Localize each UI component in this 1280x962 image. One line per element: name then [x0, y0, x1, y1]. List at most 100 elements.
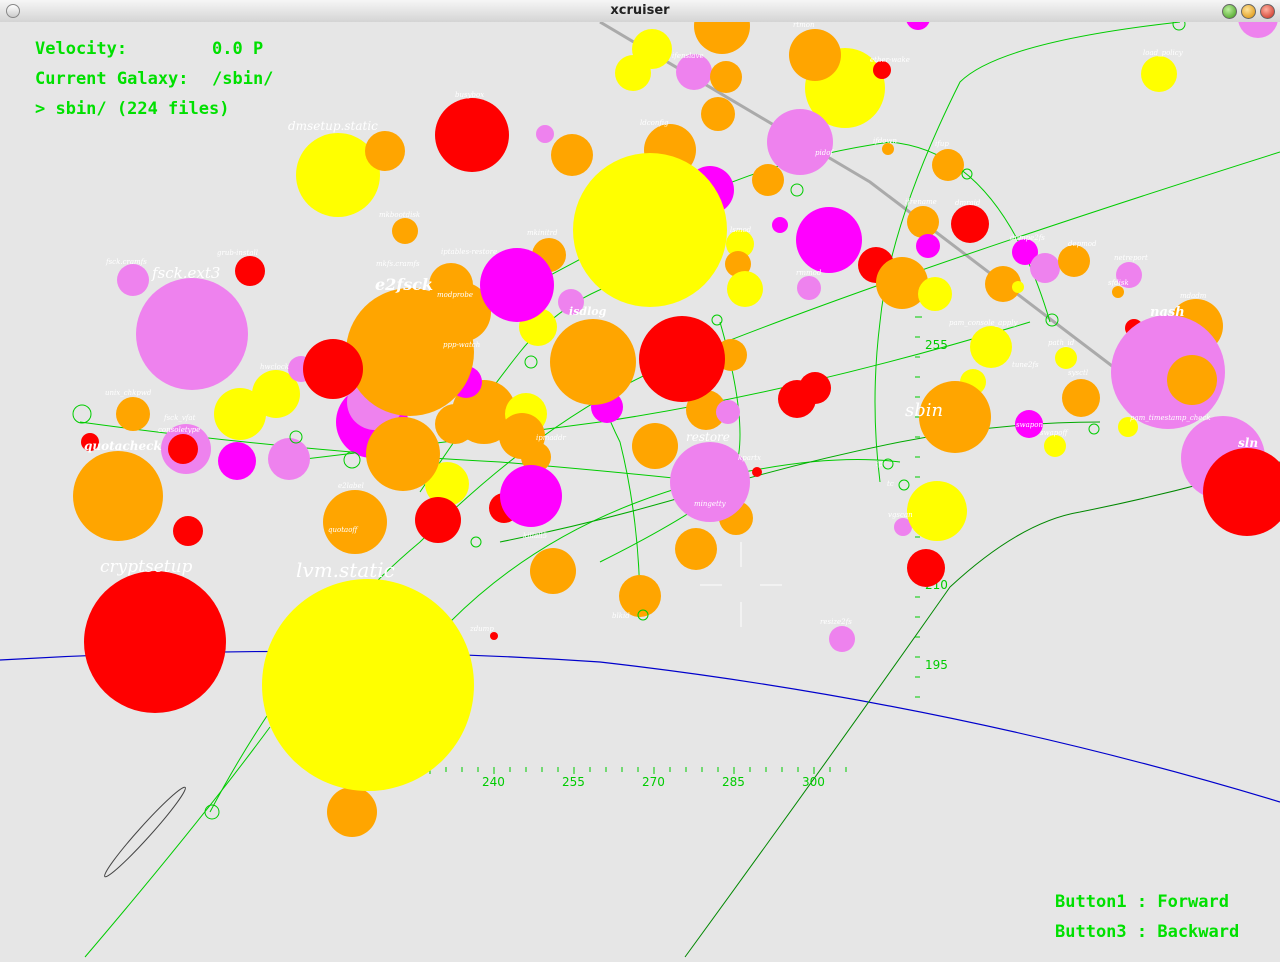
star-isdlog[interactable] — [550, 319, 636, 405]
star[interactable] — [1044, 435, 1066, 457]
star[interactable] — [615, 55, 651, 91]
star[interactable] — [1141, 56, 1177, 92]
star[interactable] — [117, 264, 149, 296]
star[interactable] — [500, 465, 562, 527]
h-tick-label: 285 — [722, 775, 745, 789]
label-small: rtmon — [793, 22, 815, 29]
label-small: lsmod — [730, 226, 752, 234]
star[interactable] — [1055, 347, 1077, 369]
star[interactable] — [303, 339, 363, 399]
label-small: ppp-watch — [443, 341, 480, 349]
galaxy-view[interactable]: 240 255 270 285 300 255 240 225 210 195 — [0, 22, 1280, 962]
star[interactable] — [323, 490, 387, 554]
star[interactable] — [752, 467, 762, 477]
star[interactable] — [639, 316, 725, 402]
directory-listing[interactable]: > sbin/ (224 files) — [35, 99, 229, 119]
galaxy-scene[interactable]: 240 255 270 285 300 255 240 225 210 195 — [0, 22, 1280, 962]
star-e2fsck[interactable] — [346, 288, 474, 416]
star[interactable] — [716, 400, 740, 424]
label-cryptsetup: cryptsetup — [100, 557, 193, 577]
h-tick-label: 255 — [562, 775, 585, 789]
star[interactable] — [536, 125, 554, 143]
star[interactable] — [694, 22, 750, 54]
star[interactable] — [490, 632, 498, 640]
star[interactable] — [710, 61, 742, 93]
star[interactable] — [551, 134, 593, 176]
star[interactable] — [1062, 379, 1100, 417]
label-e2fsck: e2fsck — [375, 275, 433, 294]
star[interactable] — [951, 205, 989, 243]
star[interactable] — [1058, 245, 1090, 277]
star[interactable] — [796, 207, 862, 273]
star[interactable] — [218, 442, 256, 480]
star[interactable] — [1112, 286, 1124, 298]
star[interactable] — [366, 417, 440, 491]
label-small: quotaoff — [328, 526, 358, 534]
star[interactable] — [907, 481, 967, 541]
label-small: swapon — [1016, 421, 1043, 429]
label-small: grub-install — [217, 249, 258, 257]
star[interactable] — [116, 397, 150, 431]
star[interactable] — [1012, 281, 1024, 293]
star[interactable] — [907, 549, 945, 587]
label-small: unix_chkpwd — [105, 389, 152, 397]
star[interactable] — [1238, 22, 1278, 38]
star[interactable] — [214, 388, 266, 440]
star[interactable] — [392, 218, 418, 244]
label-small: fsck.cramfs — [105, 258, 147, 266]
star[interactable] — [772, 217, 788, 233]
star[interactable] — [829, 626, 855, 652]
star[interactable] — [435, 98, 509, 172]
star[interactable] — [415, 497, 461, 543]
star[interactable] — [918, 277, 952, 311]
star[interactable] — [530, 548, 576, 594]
star[interactable] — [1030, 253, 1060, 283]
star[interactable] — [752, 164, 784, 196]
star[interactable] — [365, 131, 405, 171]
star[interactable] — [767, 109, 833, 175]
star[interactable] — [797, 276, 821, 300]
star[interactable] — [932, 149, 964, 181]
h-tick-label: 240 — [482, 775, 505, 789]
star[interactable] — [235, 256, 265, 286]
label-small: ifrename — [905, 198, 937, 206]
maximize-button[interactable] — [1241, 4, 1256, 19]
star[interactable] — [906, 22, 930, 30]
star-cryptsetup[interactable] — [84, 571, 226, 713]
label-small: modprobe — [437, 291, 473, 299]
label-small: ipmaddr — [536, 434, 566, 442]
label-small: mkbootdisk — [379, 211, 420, 219]
title-bar[interactable]: xcruiser — [0, 0, 1280, 23]
star[interactable] — [173, 516, 203, 546]
star[interactable] — [480, 248, 554, 322]
star[interactable] — [970, 326, 1012, 368]
star[interactable] — [701, 97, 735, 131]
star[interactable] — [73, 451, 163, 541]
label-small: netreport — [1114, 254, 1148, 262]
star[interactable] — [136, 278, 248, 390]
label-small: mdadm — [1180, 292, 1207, 300]
xcruiser-window: xcruiser 240 255 270 285 300 255 210 195… — [0, 0, 1280, 962]
star[interactable] — [916, 234, 940, 258]
star[interactable] — [727, 271, 763, 307]
close-button[interactable] — [1260, 4, 1275, 19]
star[interactable] — [799, 372, 831, 404]
label-small: zdump — [469, 625, 494, 633]
star[interactable] — [435, 404, 475, 444]
star[interactable] — [1167, 355, 1217, 405]
large-stars[interactable] — [84, 153, 1280, 791]
star-lvm-static[interactable] — [262, 579, 474, 791]
star[interactable] — [168, 434, 198, 464]
label-small: ip — [876, 460, 883, 468]
star[interactable] — [789, 29, 841, 81]
star[interactable] — [327, 787, 377, 837]
label-small: e2label — [338, 482, 364, 490]
star[interactable] — [907, 206, 939, 238]
minimize-button[interactable] — [1222, 4, 1237, 19]
star[interactable] — [632, 423, 678, 469]
star-dump[interactable] — [573, 153, 727, 307]
stars[interactable] — [73, 22, 1278, 837]
label-small: pam_console_apply — [949, 319, 1018, 327]
star[interactable] — [675, 528, 717, 570]
star[interactable] — [268, 438, 310, 480]
